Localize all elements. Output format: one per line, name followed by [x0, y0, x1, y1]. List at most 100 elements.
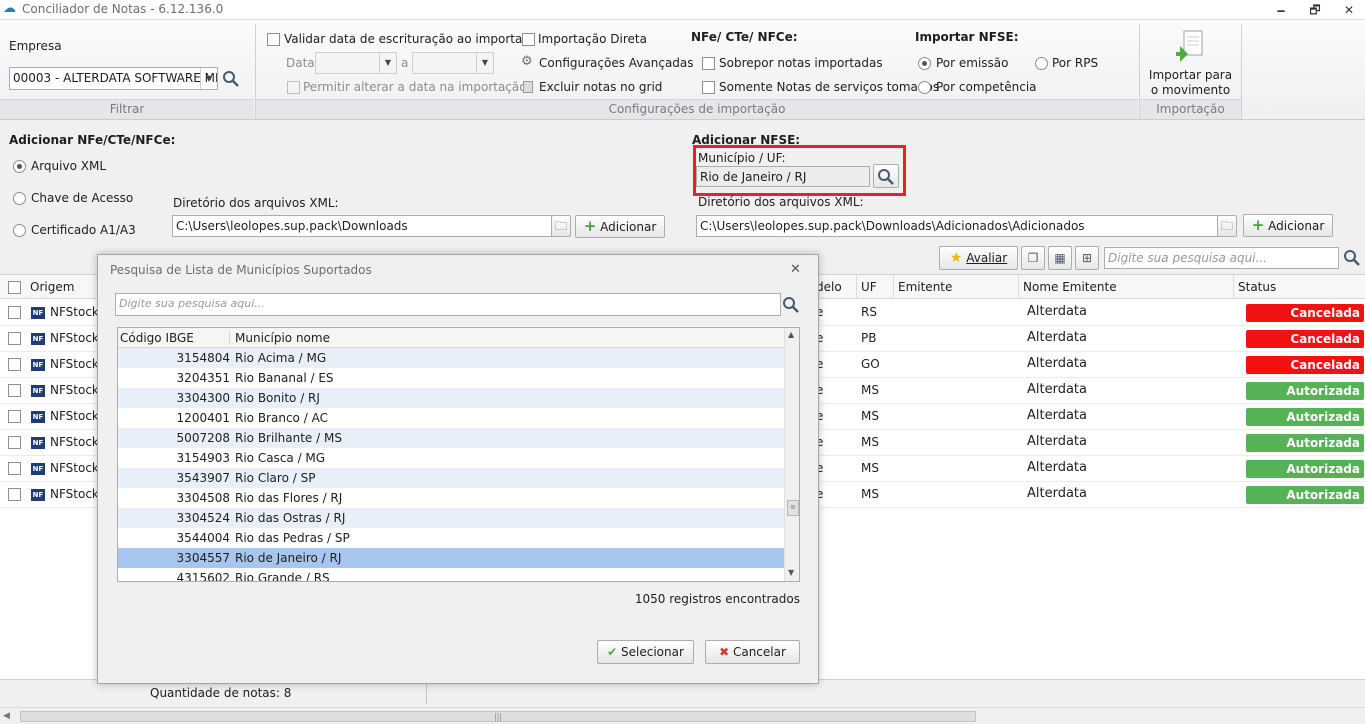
importar-movimento-button[interactable]: Importar para o movimento: [1143, 28, 1238, 98]
por-emissao-radio[interactable]: [918, 57, 931, 70]
list-item[interactable]: 3544004 Rio das Pedras / SP: [118, 528, 784, 548]
date-from-input[interactable]: ▼: [315, 52, 397, 74]
scroll-up-icon[interactable]: ▲: [788, 330, 794, 339]
list-item[interactable]: 3543907 Rio Claro / SP: [118, 468, 784, 488]
municipios-list: Código IBGE Município nome 3154804 Rio Ac…: [117, 327, 800, 582]
grid-config-icon[interactable]: ▦: [1048, 246, 1072, 270]
dialog-close-button[interactable]: ✕: [790, 262, 801, 277]
select-all-checkbox[interactable]: [8, 281, 21, 294]
certificado-label: Certificado A1/A3: [31, 223, 136, 237]
group-importacao: Importação: [1140, 99, 1241, 119]
add-nfe-header: Adicionar NFe/CTe/NFCe:: [9, 133, 176, 147]
permitir-checkbox[interactable]: [287, 81, 300, 94]
list-scrollbar[interactable]: ▲ ≡ ▼: [784, 328, 799, 581]
row-uf: MS: [861, 409, 879, 423]
nfse-adicionar-button[interactable]: + Adicionar: [1243, 214, 1333, 237]
por-rps-radio[interactable]: [1035, 57, 1048, 70]
grid-search-input[interactable]: Digite sua pesquisa aqui...: [1104, 247, 1339, 269]
filter-icon[interactable]: ⊞: [1075, 246, 1099, 270]
row-nome-emitente: Alterdata: [1027, 486, 1087, 501]
row-nome-emitente: Alterdata: [1027, 330, 1087, 345]
empresa-select[interactable]: 00003 - ALTERDATA SOFTWARE MI ▼: [9, 67, 218, 90]
scroll-left-icon[interactable]: ◀: [3, 711, 10, 721]
scroll-thumb[interactable]: ≡: [787, 500, 799, 516]
nfe-dir-input[interactable]: C:\Users\leolopes.sup.pack\Downloads: [172, 215, 552, 237]
validar-checkbox[interactable]: [267, 33, 280, 46]
restore-button[interactable]: 🗗: [1302, 2, 1328, 18]
nfstock-icon: NF: [31, 307, 45, 319]
row-checkbox[interactable]: [8, 488, 21, 501]
folder-icon[interactable]: 🗀: [551, 215, 571, 237]
selecionar-button[interactable]: ✔ Selecionar: [597, 640, 694, 664]
col-origem[interactable]: Origem: [26, 275, 98, 299]
status-badge: Autorizada: [1246, 460, 1364, 478]
list-item[interactable]: 4315602 Rio Grande / RS: [118, 568, 784, 582]
minimize-button[interactable]: 🗕: [1268, 2, 1294, 18]
item-municipio: Rio Claro / SP: [235, 471, 316, 485]
scroll-down-icon[interactable]: ▼: [788, 568, 794, 577]
certificado-radio[interactable]: [13, 224, 26, 237]
row-checkbox[interactable]: [8, 358, 21, 371]
search-icon[interactable]: [222, 70, 240, 88]
dialog-title: Pesquisa de Lista de Municípios Suportad…: [110, 263, 372, 277]
chevron-down-icon[interactable]: ▼: [476, 53, 493, 73]
item-municipio: Rio Branco / AC: [235, 411, 328, 425]
row-checkbox[interactable]: [8, 384, 21, 397]
col-uf[interactable]: UF: [857, 275, 894, 299]
search-icon[interactable]: [782, 296, 800, 314]
row-origem: NFStock: [50, 305, 99, 319]
excluir-notas-button[interactable]: Excluir notas no grid: [539, 80, 662, 94]
empresa-value: 00003 - ALTERDATA SOFTWARE MI: [13, 71, 218, 85]
nfe-adicionar-button[interactable]: + Adicionar: [575, 215, 665, 238]
sobrepor-checkbox[interactable]: [702, 57, 715, 70]
row-checkbox[interactable]: [8, 410, 21, 423]
por-competencia-radio[interactable]: [918, 81, 931, 94]
somente-servicos-checkbox[interactable]: [702, 81, 715, 94]
list-item[interactable]: 3204351 Rio Bananal / ES: [118, 368, 784, 388]
status-badge: Autorizada: [1246, 486, 1364, 504]
col-status[interactable]: Status: [1234, 275, 1365, 299]
col-municipio-nome[interactable]: Município nome: [235, 331, 330, 345]
row-checkbox[interactable]: [8, 462, 21, 475]
cancelar-button[interactable]: ✖ Cancelar: [705, 640, 800, 664]
list-item[interactable]: 3304524 Rio das Ostras / RJ: [118, 508, 784, 528]
search-icon[interactable]: [1343, 249, 1361, 267]
row-nome-emitente: Alterdata: [1027, 460, 1087, 475]
row-nome-emitente: Alterdata: [1027, 382, 1087, 397]
importacao-direta-checkbox[interactable]: [522, 33, 535, 46]
chevron-down-icon[interactable]: ▼: [379, 53, 396, 73]
gear-icon: ⚙: [521, 54, 533, 69]
folder-icon[interactable]: 🗀: [1217, 215, 1237, 237]
item-municipio: Rio de Janeiro / RJ: [235, 551, 342, 565]
scroll-thumb[interactable]: |||: [20, 711, 976, 722]
copy-icon[interactable]: ❐: [1021, 246, 1045, 270]
row-checkbox[interactable]: [8, 332, 21, 345]
horizontal-scrollbar[interactable]: ◀ |||: [0, 707, 1365, 724]
avaliar-button[interactable]: ★ Avaliar: [939, 246, 1018, 270]
list-item[interactable]: 3304557 Rio de Janeiro / RJ: [118, 548, 784, 568]
chave-acesso-radio[interactable]: [13, 192, 26, 205]
nfstock-icon: NF: [31, 437, 45, 449]
item-codigo: 4315602: [176, 571, 230, 582]
nfse-dir-input[interactable]: C:\Users\leolopes.sup.pack\Downloads\Adi…: [696, 215, 1218, 237]
list-item[interactable]: 3154804 Rio Acima / MG: [118, 348, 784, 368]
dialog-search-input[interactable]: Digite sua pesquisa aqui...: [115, 293, 781, 316]
a-label: a: [401, 56, 409, 70]
item-municipio: Rio Acima / MG: [235, 351, 327, 365]
date-to-input[interactable]: ▼: [412, 52, 494, 74]
arquivo-xml-radio[interactable]: [13, 160, 26, 173]
col-emitente[interactable]: Emitente: [894, 275, 1019, 299]
col-codigo-ibge[interactable]: Código IBGE: [120, 331, 230, 345]
row-checkbox[interactable]: [8, 436, 21, 449]
list-item[interactable]: 3154903 Rio Casca / MG: [118, 448, 784, 468]
row-checkbox[interactable]: [8, 306, 21, 319]
chevron-down-icon[interactable]: ▼: [200, 68, 217, 89]
row-nome-emitente: Alterdata: [1027, 304, 1087, 319]
list-item[interactable]: 3304508 Rio das Flores / RJ: [118, 488, 784, 508]
close-button[interactable]: ✕: [1336, 2, 1362, 18]
list-item[interactable]: 3304300 Rio Bonito / RJ: [118, 388, 784, 408]
list-item[interactable]: 5007208 Rio Brilhante / MS: [118, 428, 784, 448]
config-avancadas-button[interactable]: Configurações Avançadas: [539, 56, 694, 70]
list-item[interactable]: 1200401 Rio Branco / AC: [118, 408, 784, 428]
col-nome-emitente[interactable]: Nome Emitente: [1019, 275, 1234, 299]
